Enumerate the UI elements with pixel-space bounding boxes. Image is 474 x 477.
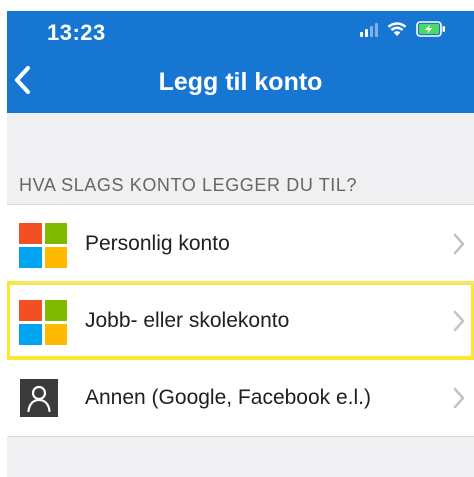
account-option-label: Personlig konto (85, 231, 230, 255)
app-header: 13:23 Legg til konto (7, 11, 474, 113)
microsoft-logo-icon (19, 300, 67, 345)
status-bar: 13:23 (7, 11, 474, 51)
page-title: Legg til konto (158, 68, 323, 96)
app-screen: 13:23 Legg til konto HVA SLAGS KONTO LEG… (7, 11, 474, 477)
status-icons (360, 21, 446, 37)
account-option-work-school[interactable]: Jobb- eller skolekonto (7, 281, 474, 360)
person-icon (20, 379, 58, 417)
navigation-bar: Legg til konto (7, 57, 474, 107)
chevron-right-icon (453, 310, 465, 332)
account-option-label: Annen (Google, Facebook e.l.) (85, 385, 372, 409)
status-time: 13:23 (47, 20, 106, 45)
chevron-right-icon (453, 387, 465, 409)
account-option-other[interactable]: Annen (Google, Facebook e.l.) (7, 359, 474, 436)
chevron-right-icon (453, 233, 465, 255)
account-option-personal[interactable]: Personlig konto (7, 205, 474, 282)
section-header: HVA SLAGS KONTO LEGGER DU TIL? (19, 175, 358, 195)
account-option-label: Jobb- eller skolekonto (85, 308, 290, 332)
microsoft-logo-icon (19, 223, 67, 268)
battery-charging-icon (416, 21, 445, 37)
account-type-list: Personlig konto Jobb- eller skolekonto A… (7, 204, 474, 437)
wifi-icon (387, 22, 407, 36)
signal-icon (360, 21, 378, 37)
